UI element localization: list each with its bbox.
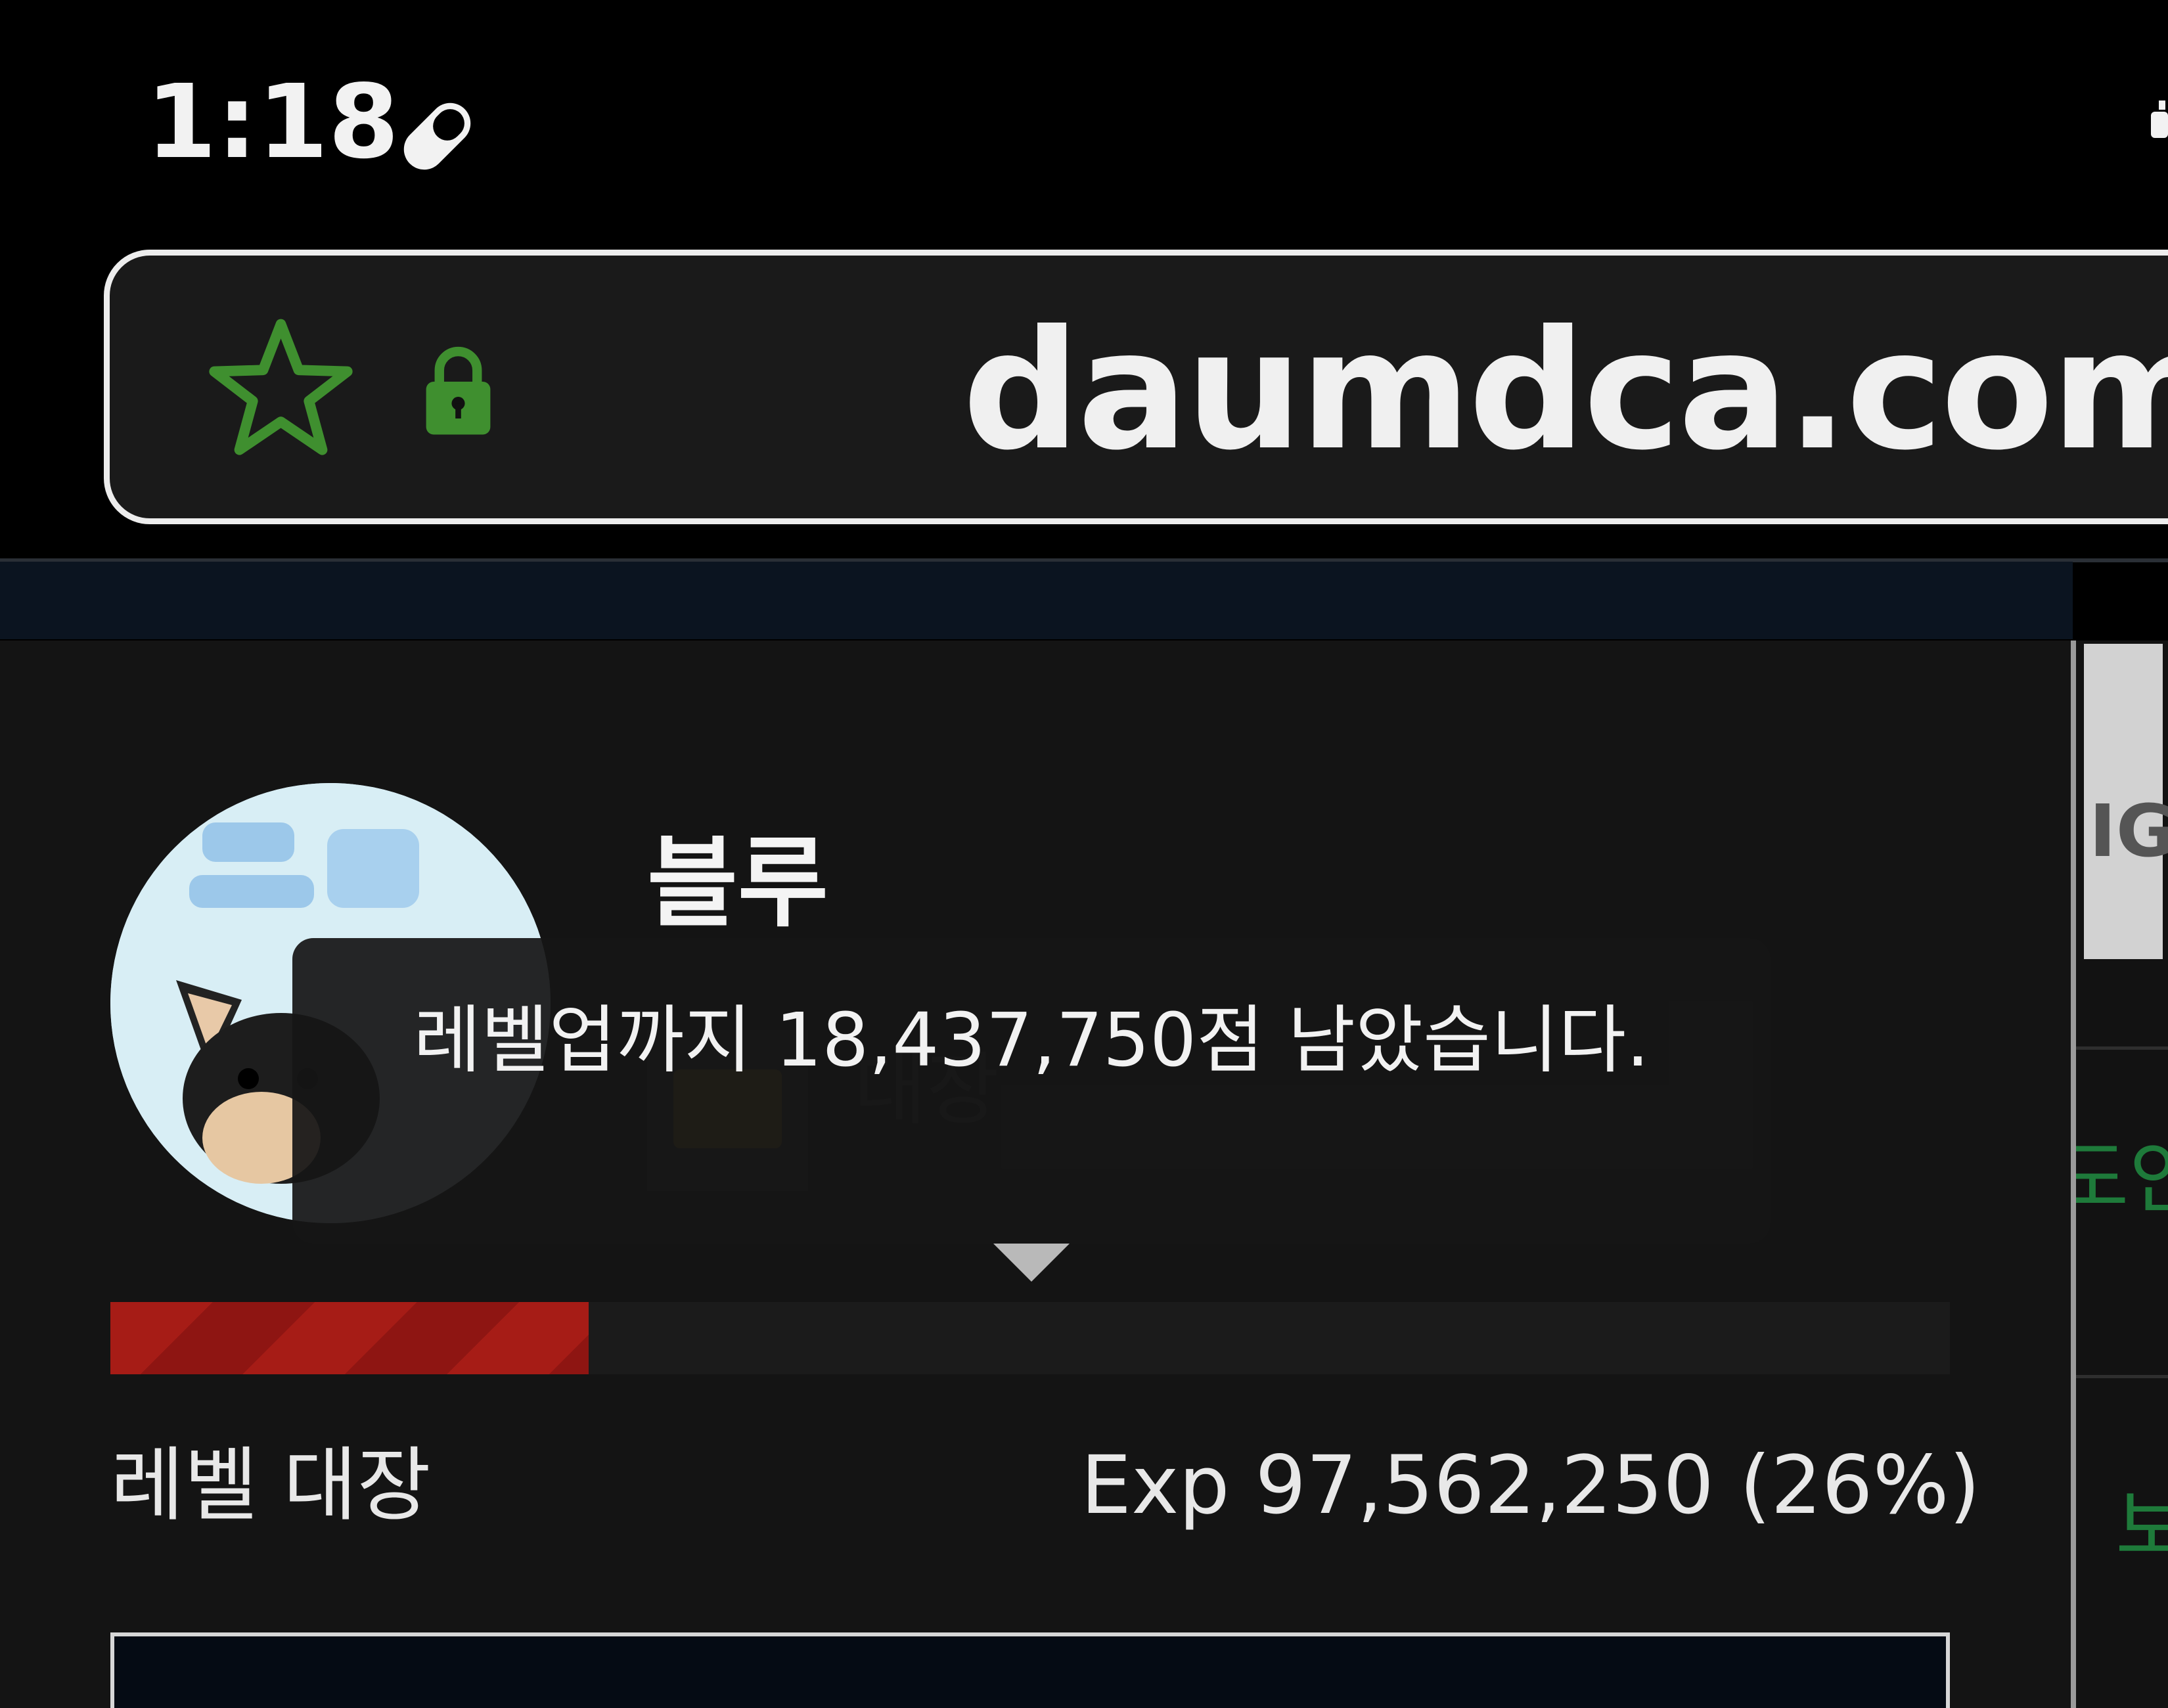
side-item-2[interactable]: 보	[2115, 1488, 2168, 1567]
url-text[interactable]: daumdca.com	[962, 309, 2168, 473]
tooltip-text: 레벨업까지 18,437,750점 남았습니다.	[413, 998, 1650, 1083]
star-outline-icon[interactable]	[207, 315, 355, 463]
levelup-tooltip: 레벨업까지 18,437,750점 남았습니다.	[292, 938, 1771, 1244]
tooltip-caret	[993, 1244, 1070, 1282]
column-divider	[2071, 640, 2076, 1708]
side-divider	[2076, 1046, 2168, 1050]
lock-icon[interactable]	[420, 342, 496, 437]
side-item-1[interactable]: 도인	[2076, 1140, 2168, 1219]
level-label: 레벨 대장	[110, 1439, 431, 1532]
screen: 1:18 daumdca.com 블루 레벨업까지 18,437,750점 남았…	[0, 0, 2168, 1708]
side-panel: IG 도인 보	[2076, 640, 2168, 1708]
exp-label: Exp 97,562,250 (26%)	[1081, 1439, 1981, 1532]
username: 블루	[647, 826, 829, 941]
side-divider	[2076, 1375, 2168, 1378]
site-nav-strip	[0, 562, 2073, 639]
exp-progress-bar	[110, 1302, 1950, 1374]
exp-progress-fill	[110, 1302, 589, 1374]
side-thumbnail-text: IG	[2089, 789, 2168, 873]
status-icon	[2151, 101, 2168, 138]
status-time: 1:18	[146, 62, 399, 181]
side-thumbnail[interactable]: IG	[2084, 644, 2168, 959]
action-panel[interactable]	[110, 1632, 1950, 1708]
pill-icon	[403, 102, 471, 170]
